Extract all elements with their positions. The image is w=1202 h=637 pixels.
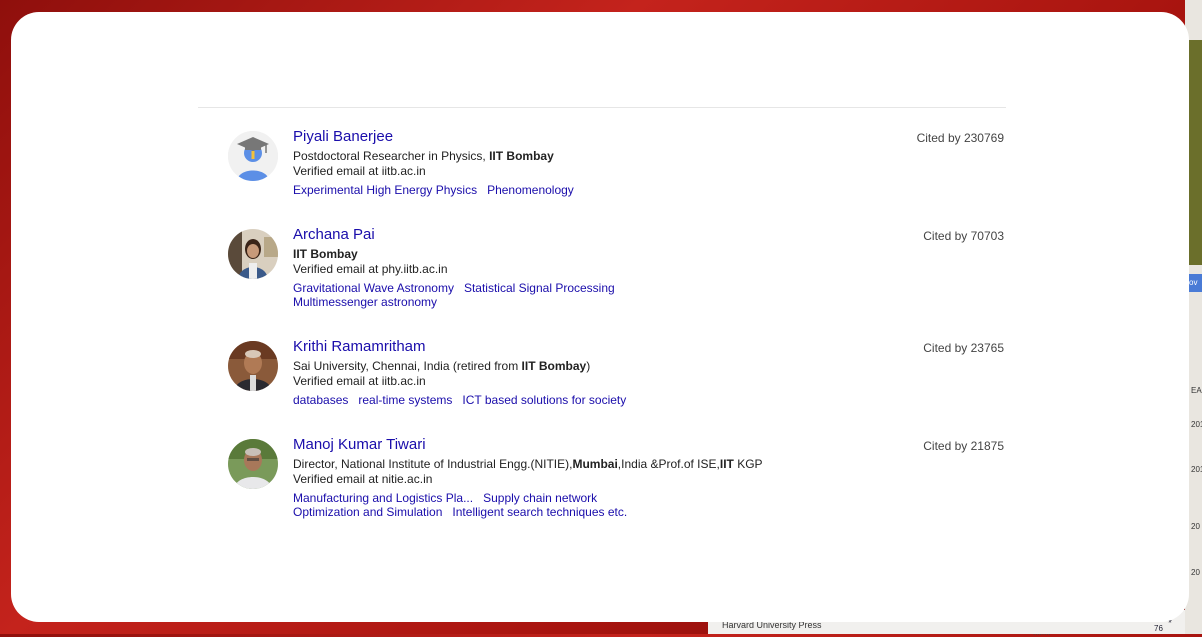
interest-link[interactable]: Statistical Signal Processing (464, 281, 615, 295)
background-label: 201 (1191, 420, 1202, 429)
cited-by-count: Cited by 230769 (916, 131, 1004, 145)
profile-email: Verified email at nitie.ac.in (293, 472, 433, 486)
profile-info: Archana Pai IIT Bombay Verified email at… (293, 226, 853, 309)
cited-by-count: Cited by 70703 (923, 229, 1004, 243)
default-avatar-icon[interactable] (228, 131, 278, 181)
profile-name-link[interactable]: Archana Pai (293, 226, 853, 244)
background-label: 20 (1191, 522, 1200, 531)
background-button-fragment: ov (1189, 274, 1202, 292)
header-divider (198, 107, 1006, 108)
profile-affiliation: IIT Bombay (293, 247, 358, 261)
interest-link[interactable]: Manufacturing and Logistics Pla... (293, 491, 473, 505)
interest-link[interactable]: real-time systems (358, 393, 452, 407)
background-label: 201 (1191, 465, 1202, 474)
profile-interests: Experimental High Energy Physics Phenomen… (293, 183, 853, 197)
profile-email: Verified email at iitb.ac.in (293, 164, 426, 178)
profile-info: Manoj Kumar Tiwari Director, National In… (293, 436, 853, 519)
cited-by-count: Cited by 23765 (923, 341, 1004, 355)
background-label: 20 (1191, 568, 1200, 577)
interest-link[interactable]: Gravitational Wave Astronomy (293, 281, 454, 295)
profile-affiliation: Postdoctoral Researcher in Physics, IIT … (293, 149, 554, 163)
background-page-number: 76 (1154, 624, 1163, 633)
profile-info: Piyali Banerjee Postdoctoral Researcher … (293, 128, 853, 197)
background-text-fragment: ........ (1033, 628, 1051, 637)
cited-by-count: Cited by 21875 (923, 439, 1004, 453)
profile-photo[interactable] (228, 341, 278, 391)
interest-link[interactable]: Intelligent search techniques etc. (452, 505, 627, 519)
profile-affiliation: Director, National Institute of Industri… (293, 457, 763, 471)
profile-name-link[interactable]: Manoj Kumar Tiwari (293, 436, 853, 454)
background-label: EA (1191, 386, 1202, 395)
profile-email: Verified email at phy.iitb.ac.in (293, 262, 448, 276)
interest-link[interactable]: Experimental High Energy Physics (293, 183, 477, 197)
interest-link[interactable]: Multimessenger astronomy (293, 295, 437, 309)
interest-link[interactable]: Phenomenology (487, 183, 574, 197)
profile-interests: Gravitational Wave Astronomy Statistical … (293, 281, 853, 309)
profile-email: Verified email at iitb.ac.in (293, 374, 426, 388)
interest-link[interactable]: Optimization and Simulation (293, 505, 442, 519)
profile-interests: Manufacturing and Logistics Pla... Supply… (293, 491, 853, 519)
profile-interests: databases real-time systems ICT based solu… (293, 393, 853, 407)
profile-name-link[interactable]: Piyali Banerjee (293, 128, 853, 146)
interest-link[interactable]: ICT based solutions for society (462, 393, 626, 407)
profile-photo[interactable] (228, 439, 278, 489)
profile-photo[interactable] (228, 229, 278, 279)
profile-name-link[interactable]: Krithi Ramamritham (293, 338, 853, 356)
search-results-card: Piyali Banerjee Postdoctoral Researcher … (11, 12, 1189, 622)
profile-info: Krithi Ramamritham Sai University, Chenn… (293, 338, 853, 407)
profile-affiliation: Sai University, Chennai, India (retired … (293, 359, 591, 373)
interest-link[interactable]: Supply chain network (483, 491, 597, 505)
interest-link[interactable]: databases (293, 393, 348, 407)
